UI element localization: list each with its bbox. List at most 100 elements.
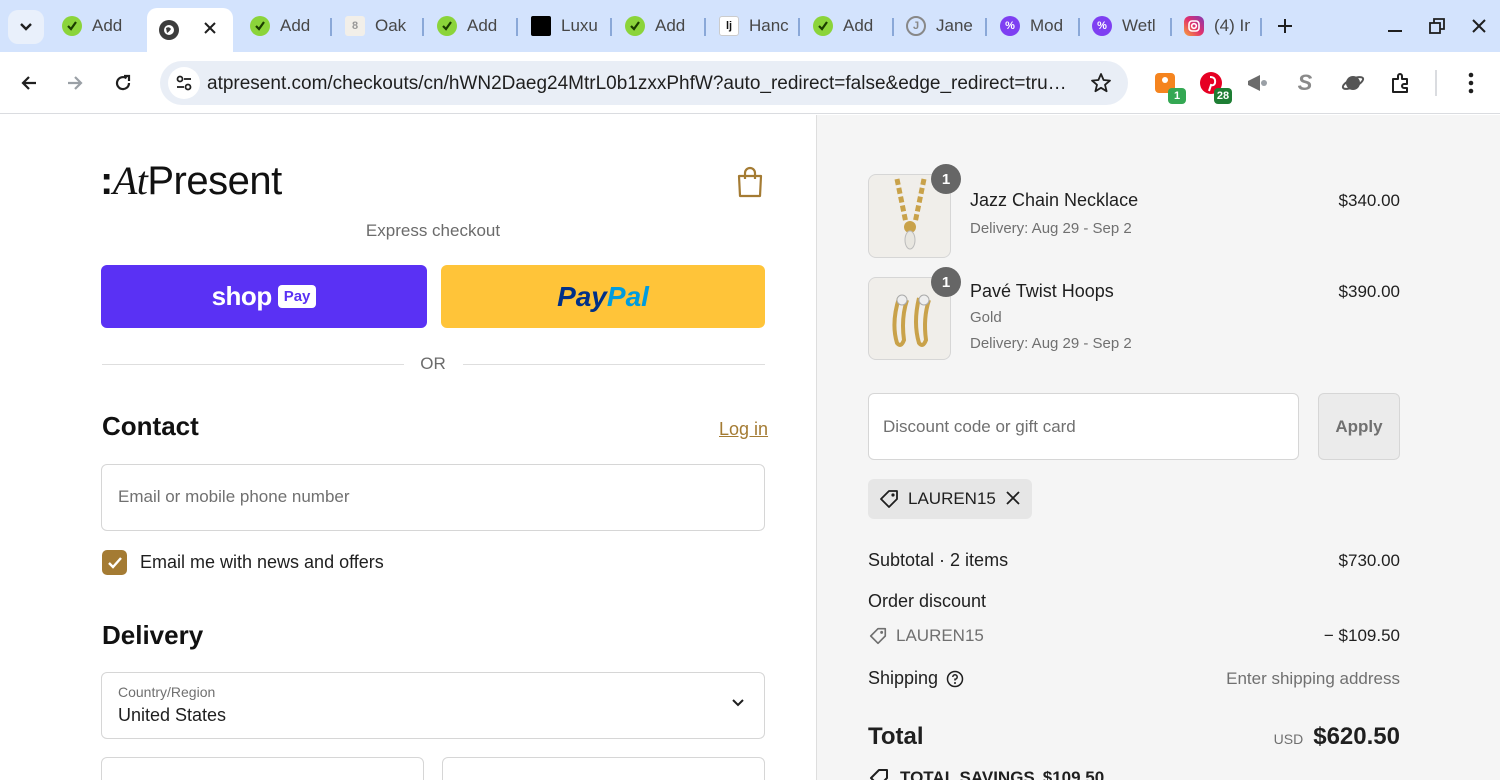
first-name-field[interactable] bbox=[101, 757, 424, 780]
green-check-icon bbox=[813, 16, 833, 36]
browser-tab[interactable]: Add bbox=[250, 8, 320, 44]
newsletter-checkbox[interactable] bbox=[102, 550, 127, 575]
discount-placeholder: Discount code or gift card bbox=[883, 417, 1076, 436]
reload-icon bbox=[115, 74, 131, 91]
more-vertical-icon bbox=[1468, 72, 1474, 94]
forward-button[interactable] bbox=[58, 66, 92, 100]
total-row: USD $620.50 bbox=[1274, 723, 1400, 751]
last-name-field[interactable] bbox=[442, 757, 765, 780]
applied-code: LAUREN15 bbox=[908, 489, 996, 508]
store-logo[interactable]: :AtPresent bbox=[100, 157, 282, 204]
green-check-icon bbox=[437, 16, 457, 36]
tab-divider bbox=[1078, 18, 1080, 36]
contact-heading: Contact bbox=[102, 411, 199, 441]
extension-planet[interactable] bbox=[1338, 68, 1368, 98]
browser-tab[interactable]: 8 Oak bbox=[345, 8, 411, 44]
globe-icon bbox=[159, 20, 179, 40]
browser-tab[interactable]: J Jane bbox=[906, 8, 976, 44]
checkout-main: :AtPresent Express checkout shop Pay Pay… bbox=[0, 115, 816, 780]
plus-icon bbox=[1278, 19, 1292, 33]
tab-divider bbox=[704, 18, 706, 36]
hand-icon: lj bbox=[719, 16, 739, 36]
minimize-button[interactable] bbox=[1378, 10, 1412, 42]
purple-badge-icon: % bbox=[1092, 16, 1112, 36]
browser-toolbar: atpresent.com/checkouts/cn/hWN2Daeg24Mtr… bbox=[0, 52, 1500, 114]
extension-badge: 28 bbox=[1214, 88, 1232, 104]
green-check-icon bbox=[625, 16, 645, 36]
extension-s[interactable]: S bbox=[1290, 68, 1320, 98]
back-button[interactable] bbox=[12, 66, 46, 100]
purple-badge-icon: % bbox=[1000, 16, 1020, 36]
divider bbox=[463, 364, 765, 365]
shipping-label: Shipping bbox=[868, 668, 939, 688]
shop-pay-button[interactable]: shop Pay bbox=[101, 265, 427, 328]
browser-tab[interactable]: Add bbox=[813, 8, 883, 44]
close-window-button[interactable] bbox=[1462, 10, 1496, 42]
total-savings: TOTAL SAVINGS $109.50 bbox=[868, 767, 1104, 780]
url-text[interactable]: atpresent.com/checkouts/cn/hWN2Daeg24Mtr… bbox=[207, 73, 1077, 95]
paypal-button[interactable]: Pay Pal bbox=[441, 265, 765, 328]
extension-megaphone[interactable] bbox=[1242, 68, 1272, 98]
instagram-icon bbox=[1184, 16, 1204, 36]
extensions-puzzle-icon bbox=[1392, 73, 1408, 93]
savings-value: $109.50 bbox=[1042, 768, 1105, 780]
restore-icon bbox=[1429, 18, 1445, 34]
apply-button[interactable]: Apply bbox=[1318, 393, 1400, 460]
extension-badge: 1 bbox=[1168, 88, 1186, 104]
login-link[interactable]: Log in bbox=[719, 419, 768, 440]
help-circle-icon[interactable] bbox=[946, 670, 964, 688]
tab-divider bbox=[892, 18, 894, 36]
product-price: $390.00 bbox=[1338, 282, 1400, 301]
extension-puzzle-orange[interactable]: 1 bbox=[1150, 68, 1186, 104]
jane-icon: J bbox=[906, 16, 926, 36]
extension-pinterest[interactable]: 28 bbox=[1196, 68, 1232, 104]
extensions-menu-button[interactable] bbox=[1386, 68, 1416, 98]
quantity-badge: 1 bbox=[931, 267, 961, 297]
tab-divider bbox=[798, 18, 800, 36]
subtotal-value: $730.00 bbox=[1338, 551, 1400, 570]
browser-tab[interactable]: (4) In bbox=[1184, 8, 1250, 44]
browser-tab[interactable]: Luxu bbox=[531, 8, 601, 44]
close-icon bbox=[1472, 19, 1486, 33]
restore-button[interactable] bbox=[1420, 10, 1454, 42]
tab-search-button[interactable] bbox=[8, 10, 44, 44]
tab-divider bbox=[985, 18, 987, 36]
email-placeholder: Email or mobile phone number bbox=[118, 487, 350, 506]
arrow-left-icon bbox=[21, 76, 36, 90]
browser-tab[interactable]: Add bbox=[437, 8, 507, 44]
remove-discount-icon[interactable] bbox=[1004, 489, 1022, 507]
minimize-icon bbox=[1388, 30, 1402, 32]
country-value: United States bbox=[118, 705, 227, 725]
s-icon: S bbox=[1297, 70, 1313, 95]
browser-tab[interactable]: lj Hanc bbox=[719, 8, 789, 44]
bookmark-star-icon[interactable] bbox=[1090, 72, 1112, 99]
close-tab-icon[interactable] bbox=[203, 21, 217, 35]
order-summary: 1 Jazz Chain Necklace Delivery: Aug 29 -… bbox=[816, 115, 1500, 780]
email-field[interactable]: Email or mobile phone number bbox=[101, 464, 765, 531]
chevron-down-icon bbox=[732, 699, 744, 707]
address-bar[interactable]: atpresent.com/checkouts/cn/hWN2Daeg24Mtr… bbox=[160, 61, 1128, 105]
oak-icon: 8 bbox=[345, 16, 365, 36]
shipping-row: Shipping bbox=[868, 668, 964, 689]
discount-code-input[interactable]: Discount code or gift card bbox=[868, 393, 1299, 460]
tag-icon bbox=[870, 769, 888, 780]
toolbar-divider bbox=[1435, 70, 1437, 96]
browser-tab[interactable]: Add bbox=[62, 8, 132, 44]
new-tab-button[interactable] bbox=[1268, 10, 1302, 42]
shopping-bag-icon bbox=[737, 166, 763, 198]
browser-tab[interactable]: Add bbox=[625, 8, 695, 44]
country-select[interactable]: Country/Region United States bbox=[101, 672, 765, 739]
quantity-badge: 1 bbox=[931, 164, 961, 194]
reload-button[interactable] bbox=[106, 66, 140, 100]
green-check-icon bbox=[62, 16, 82, 36]
browser-tab[interactable]: % Mod bbox=[1000, 8, 1068, 44]
browser-menu-button[interactable] bbox=[1456, 68, 1486, 98]
product-delivery: Delivery: Aug 29 - Sep 2 bbox=[970, 220, 1132, 237]
product-name: Jazz Chain Necklace bbox=[970, 190, 1139, 210]
browser-tab[interactable]: % Wetl bbox=[1092, 8, 1160, 44]
planet-icon bbox=[1341, 76, 1365, 90]
total-value: $620.50 bbox=[1313, 723, 1400, 750]
cart-bag-button[interactable] bbox=[734, 165, 766, 199]
browser-tab-active[interactable] bbox=[147, 8, 233, 52]
site-settings-icon[interactable] bbox=[168, 67, 200, 99]
